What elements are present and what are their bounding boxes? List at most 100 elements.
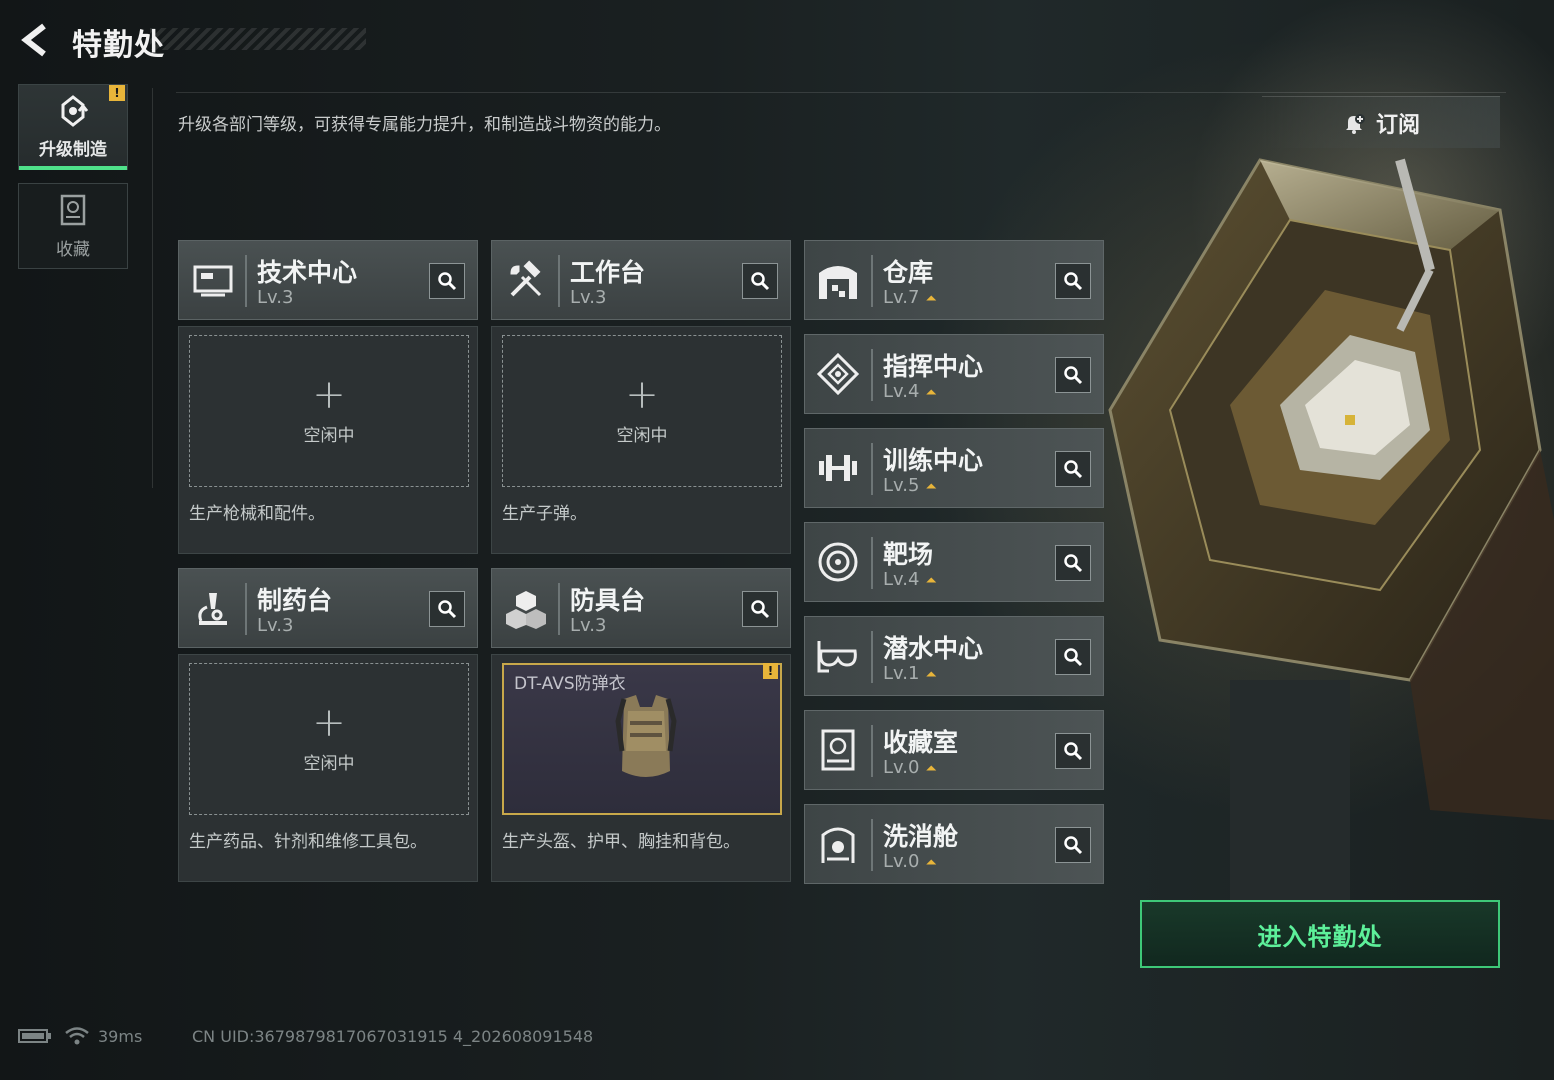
facility-name: 指挥中心 [883, 352, 984, 381]
enter-special-ops-button[interactable]: 进入特勤处 [1140, 900, 1500, 968]
department-level: Lv.3 [570, 287, 607, 308]
department-name: 防具台 [570, 586, 646, 615]
search-button[interactable] [1055, 451, 1091, 487]
production-item-slot[interactable]: DT-AVS防弹衣 ! [502, 663, 782, 815]
production-slot[interactable]: + 空闲中 [189, 335, 469, 487]
header-separator [245, 255, 247, 307]
row-separator [871, 255, 873, 307]
boxes-icon [506, 591, 546, 629]
search-icon [1064, 836, 1083, 855]
level-text: Lv.7 [883, 287, 920, 308]
department-description: 生产枪械和配件。 [189, 504, 325, 524]
upgrade-chevron-icon: ⏶ [925, 479, 937, 495]
warehouse-icon [819, 266, 857, 299]
row-separator [871, 725, 873, 777]
search-button[interactable] [742, 263, 778, 299]
search-icon [751, 600, 770, 619]
search-button[interactable] [429, 591, 465, 627]
item-notification-badge: ! [763, 663, 778, 679]
header-separator [245, 583, 247, 635]
level-text: Lv.1 [883, 663, 920, 684]
facility-row-command-center[interactable]: 指挥中心 Lv.4 ⏶ [804, 334, 1104, 414]
body-armor-icon [615, 695, 677, 777]
subscribe-label: 订阅 [1375, 112, 1420, 138]
department-level: Lv.3 [257, 615, 294, 636]
facility-name: 收藏室 [883, 728, 959, 757]
facility-row-training-center[interactable]: 训练中心 Lv.5 ⏶ [804, 428, 1104, 508]
tab-collection[interactable]: 收藏 [18, 183, 128, 269]
search-button[interactable] [1055, 545, 1091, 581]
facility-row-decon-chamber[interactable]: 洗消舱 Lv.0 ⏶ [804, 804, 1104, 884]
department-cube-artwork [1108, 158, 1554, 900]
battery-icon [18, 1029, 51, 1043]
back-arrow-icon[interactable] [18, 22, 54, 58]
search-icon [751, 272, 770, 291]
add-icon: + [312, 371, 346, 418]
facility-name: 洗消舱 [883, 822, 959, 851]
search-button[interactable] [1055, 263, 1091, 299]
header-stripes [150, 28, 366, 50]
notification-badge: ! [109, 85, 125, 101]
search-button[interactable] [429, 263, 465, 299]
facility-level: Lv.1 ⏶ [883, 663, 937, 684]
bell-plus-icon [1345, 113, 1365, 134]
facility-row-collection-room[interactable]: 收藏室 Lv.0 ⏶ [804, 710, 1104, 790]
search-icon [1064, 460, 1083, 479]
card-header[interactable]: 防具台 Lv.3 [491, 568, 791, 648]
user-uid: CN UID:3679879817067031915 4_20260809154… [192, 1027, 594, 1046]
status-bar: 39ms [18, 1026, 142, 1046]
search-button[interactable] [742, 591, 778, 627]
department-name: 工作台 [570, 258, 646, 287]
upgrade-chevron-icon: ⏶ [925, 385, 937, 401]
facility-level: Lv.7 ⏶ [883, 287, 937, 308]
search-button[interactable] [1055, 827, 1091, 863]
collection-cabinet-icon [60, 194, 86, 225]
card-body: + 空闲中 生产枪械和配件。 [178, 326, 478, 554]
target-icon [818, 542, 858, 582]
search-button[interactable] [1055, 733, 1091, 769]
search-button[interactable] [1055, 639, 1091, 675]
upgrade-gear-icon [61, 94, 89, 127]
divider-line [176, 92, 1506, 93]
microscope-icon [198, 593, 227, 625]
card-tech-center: 技术中心 Lv.3 + 空闲中 生产枪械和配件。 [178, 240, 478, 554]
slot-status: 空闲中 [616, 425, 668, 446]
card-header[interactable]: 制药台 Lv.3 [178, 568, 478, 648]
item-name: DT-AVS防弹衣 [514, 674, 626, 694]
search-icon [1064, 272, 1083, 291]
upgrade-chevron-icon: ⏶ [925, 761, 937, 777]
subscribe-button[interactable]: 订阅 [1262, 96, 1500, 148]
row-separator [871, 537, 873, 589]
facility-name: 训练中心 [883, 446, 984, 475]
tab-upgrade-craft[interactable]: ! 升级制造 [18, 84, 128, 170]
search-icon [438, 600, 457, 619]
facility-level: Lv.4 ⏶ [883, 569, 937, 590]
facility-row-diving-center[interactable]: 潜水中心 Lv.1 ⏶ [804, 616, 1104, 696]
slot-status: 空闲中 [303, 425, 355, 446]
upgrade-chevron-icon: ⏶ [925, 855, 937, 871]
department-description: 生产头盔、护甲、胸挂和背包。 [502, 832, 740, 852]
production-slot[interactable]: + 空闲中 [502, 335, 782, 487]
production-slot[interactable]: + 空闲中 [189, 663, 469, 815]
decontamination-icon [821, 827, 855, 863]
facility-level: Lv.0 ⏶ [883, 757, 937, 778]
diving-mask-icon [817, 641, 857, 673]
department-level: Lv.3 [257, 287, 294, 308]
search-button[interactable] [1055, 357, 1091, 393]
card-header[interactable]: 技术中心 Lv.3 [178, 240, 478, 320]
header-separator [558, 255, 560, 307]
department-name: 技术中心 [257, 258, 358, 287]
card-header[interactable]: 工作台 Lv.3 [491, 240, 791, 320]
upgrade-chevron-icon: ⏶ [925, 291, 937, 307]
facility-row-warehouse[interactable]: 仓库 Lv.7 ⏶ [804, 240, 1104, 320]
department-description: 生产子弹。 [502, 504, 587, 524]
command-diamond-icon [816, 352, 860, 396]
ping-text: 39ms [98, 1026, 143, 1046]
search-icon [1064, 366, 1083, 385]
facility-row-shooting-range[interactable]: 靶场 Lv.4 ⏶ [804, 522, 1104, 602]
page-title: 特勤处 [72, 28, 165, 63]
level-text: Lv.4 [883, 381, 920, 402]
search-icon [1064, 648, 1083, 667]
slot-status: 空闲中 [303, 753, 355, 774]
search-icon [1064, 742, 1083, 761]
